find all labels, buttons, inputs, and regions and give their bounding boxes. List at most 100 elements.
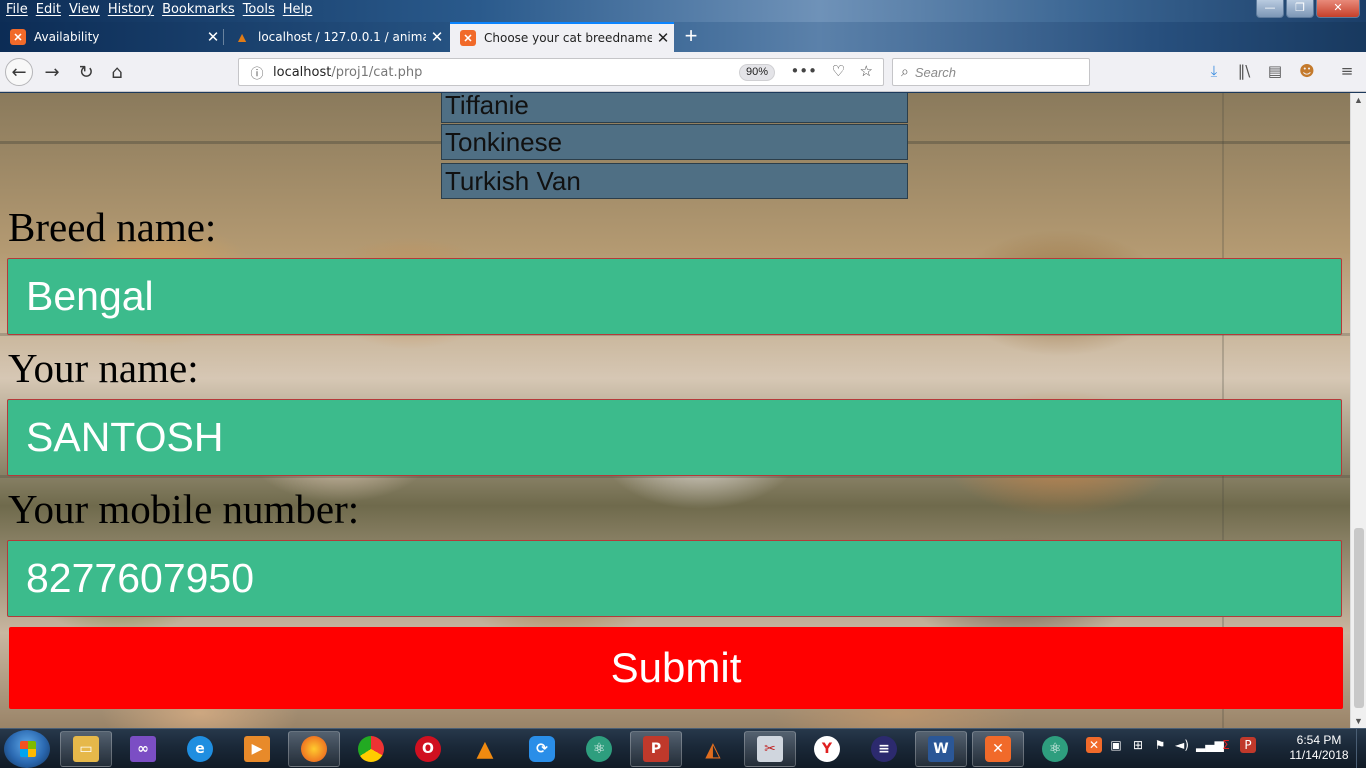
page-actions-icon[interactable]: ••• — [790, 62, 817, 80]
extension-monkey-icon[interactable]: ☻ — [1297, 62, 1317, 82]
menu-tools[interactable]: Tools — [241, 2, 281, 17]
taskbar-matlab[interactable]: ◭ — [687, 731, 739, 767]
tab-availability[interactable]: ✕ Availability ✕ — [0, 22, 224, 52]
search-icon: ⌕ — [901, 64, 909, 80]
close-tab-icon[interactable]: ✕ — [426, 28, 448, 46]
word-icon: W — [928, 736, 954, 762]
forward-button[interactable]: → — [38, 58, 66, 86]
your-name-input[interactable]: SANTOSH — [7, 399, 1342, 476]
url-bar[interactable]: ⓘ localhost/proj1/cat.php 90% ••• ♡ ☆ — [238, 58, 884, 86]
xampp-tray-icon[interactable]: ✕ — [1086, 737, 1102, 753]
url-host: localhost — [273, 64, 332, 80]
xampp-icon: ✕ — [460, 30, 476, 46]
scroll-thumb[interactable] — [1354, 528, 1364, 708]
menu-history[interactable]: History — [106, 2, 160, 17]
taskbar-internet-explorer[interactable]: e — [174, 731, 226, 767]
folder-icon: ▭ — [73, 736, 99, 762]
site-info-icon[interactable]: ⓘ — [245, 63, 269, 82]
media-player-icon: ▶ — [244, 736, 270, 762]
vertical-scrollbar[interactable]: ▲ ▼ — [1350, 93, 1366, 728]
taskbar-psiphon[interactable]: P — [630, 731, 682, 767]
firefox-icon — [301, 736, 327, 762]
taskbar-vlc[interactable]: ▲ — [459, 731, 511, 767]
taskbar-yandex[interactable]: Y — [801, 731, 853, 767]
xampp-icon: ✕ — [10, 29, 26, 45]
taskbar-firefox[interactable] — [288, 731, 340, 767]
taskbar-sync-app[interactable]: ⟳ — [516, 731, 568, 767]
taskbar-atom[interactable]: ⚛ — [573, 731, 625, 767]
opera-icon: O — [415, 736, 441, 762]
taskbar-xampp[interactable]: ✕ — [972, 731, 1024, 767]
scroll-down-arrow-icon[interactable]: ▼ — [1354, 716, 1363, 726]
breed-option[interactable]: Tiffanie — [441, 93, 908, 123]
sidebar-icon[interactable]: ▤ — [1265, 62, 1285, 82]
action-center-flag-icon[interactable]: ⚑ — [1152, 737, 1168, 753]
breed-name-input[interactable]: Bengal — [7, 258, 1342, 335]
windows-taskbar: ▭ ∞ e ▶ O ▲ ⟳ ⚛ P ◭ ✂ Y ≡ W ✕ ⚛ ✕ ▣ ⊞ ⚑ … — [0, 728, 1366, 768]
bookmark-star-icon[interactable]: ☆ — [860, 62, 873, 80]
taskbar-clock[interactable]: 6:54 PM 11/14/2018 — [1284, 733, 1354, 763]
menu-view[interactable]: View — [67, 2, 106, 17]
taskbar-snipping-tool[interactable]: ✂ — [744, 731, 796, 767]
mobile-number-label: Your mobile number: — [8, 486, 360, 532]
start-button[interactable] — [4, 730, 50, 768]
close-tab-icon[interactable]: ✕ — [652, 29, 674, 47]
taskbar-visual-studio[interactable]: ∞ — [117, 731, 169, 767]
taskbar-eclipse[interactable]: ≡ — [858, 731, 910, 767]
minimize-button[interactable]: — — [1256, 0, 1284, 18]
home-button[interactable]: ⌂ — [103, 58, 131, 86]
usb-icon[interactable]: ▣ — [1108, 737, 1124, 753]
menu-bar: File Edit View History Bookmarks Tools H… — [4, 2, 318, 17]
show-desktop-button[interactable] — [1356, 729, 1366, 768]
zoom-level-badge[interactable]: 90% — [738, 64, 775, 81]
visual-studio-icon: ∞ — [130, 736, 156, 762]
tab-title: Availability — [34, 30, 100, 44]
library-icon[interactable]: ‖\ — [1234, 62, 1254, 82]
forward-arrow-icon: → — [44, 61, 60, 83]
menu-edit[interactable]: Edit — [34, 2, 67, 17]
tab-choose-cat-breed[interactable]: ✕ Choose your cat breedname ✕ — [450, 22, 674, 52]
url-path: /proj1/cat.php — [331, 64, 423, 80]
close-tab-icon[interactable]: ✕ — [202, 28, 224, 46]
search-placeholder: Search — [914, 64, 957, 80]
menu-help[interactable]: Help — [281, 2, 319, 17]
close-window-button[interactable]: ✕ — [1316, 0, 1360, 18]
psiphon-tray-icon[interactable]: P — [1240, 737, 1256, 753]
menu-file[interactable]: File — [4, 2, 34, 17]
taskbar-word[interactable]: W — [915, 731, 967, 767]
submit-button[interactable]: Submit — [9, 627, 1343, 709]
signal-strength-icon[interactable]: ▂▄▆ — [1196, 737, 1224, 753]
page-viewport: Tiffanie Tonkinese Turkish Van Breed nam… — [0, 93, 1350, 728]
taskbar-explorer[interactable]: ▭ — [60, 731, 112, 767]
pocket-icon[interactable]: ♡ — [832, 62, 845, 80]
scroll-up-arrow-icon[interactable]: ▲ — [1354, 95, 1363, 105]
taskbar-opera[interactable]: O — [402, 731, 454, 767]
sync-red-icon[interactable]: Σ — [1218, 737, 1234, 753]
your-name-label: Your name: — [8, 345, 199, 391]
reload-button[interactable]: ↻ — [72, 58, 100, 86]
taskbar-chrome[interactable] — [345, 731, 397, 767]
breed-option[interactable]: Turkish Van — [441, 163, 908, 199]
breed-option[interactable]: Tonkinese — [441, 124, 908, 160]
url-text: localhost/proj1/cat.php — [273, 65, 422, 80]
eclipse-icon: ≡ — [871, 736, 897, 762]
downloads-icon[interactable]: ⤓ — [1204, 62, 1224, 82]
atom-icon: ⚛ — [586, 736, 612, 762]
menu-hamburger-icon[interactable]: ≡ — [1337, 62, 1357, 82]
internet-explorer-icon: e — [187, 736, 213, 762]
yandex-icon: Y — [814, 736, 840, 762]
search-bar[interactable]: ⌕ Search — [892, 58, 1090, 86]
mobile-number-input[interactable]: 8277607950 — [7, 540, 1342, 617]
volume-icon[interactable]: ◄) — [1174, 737, 1190, 753]
back-button[interactable]: ← — [5, 58, 33, 86]
taskbar-media-player[interactable]: ▶ — [231, 731, 283, 767]
menu-bookmarks[interactable]: Bookmarks — [160, 2, 241, 17]
maximize-button[interactable]: ❐ — [1286, 0, 1314, 18]
matlab-icon: ◭ — [705, 737, 721, 761]
new-tab-button[interactable]: + — [678, 22, 704, 52]
window-title-bar: File Edit View History Bookmarks Tools H… — [0, 0, 1366, 22]
network-adapter-icon[interactable]: ⊞ — [1130, 737, 1146, 753]
taskbar-atom-2[interactable]: ⚛ — [1029, 731, 1081, 767]
xampp-icon: ✕ — [985, 736, 1011, 762]
tab-phpmyadmin[interactable]: ▲ localhost / 127.0.0.1 / animals / ✕ — [224, 22, 448, 52]
